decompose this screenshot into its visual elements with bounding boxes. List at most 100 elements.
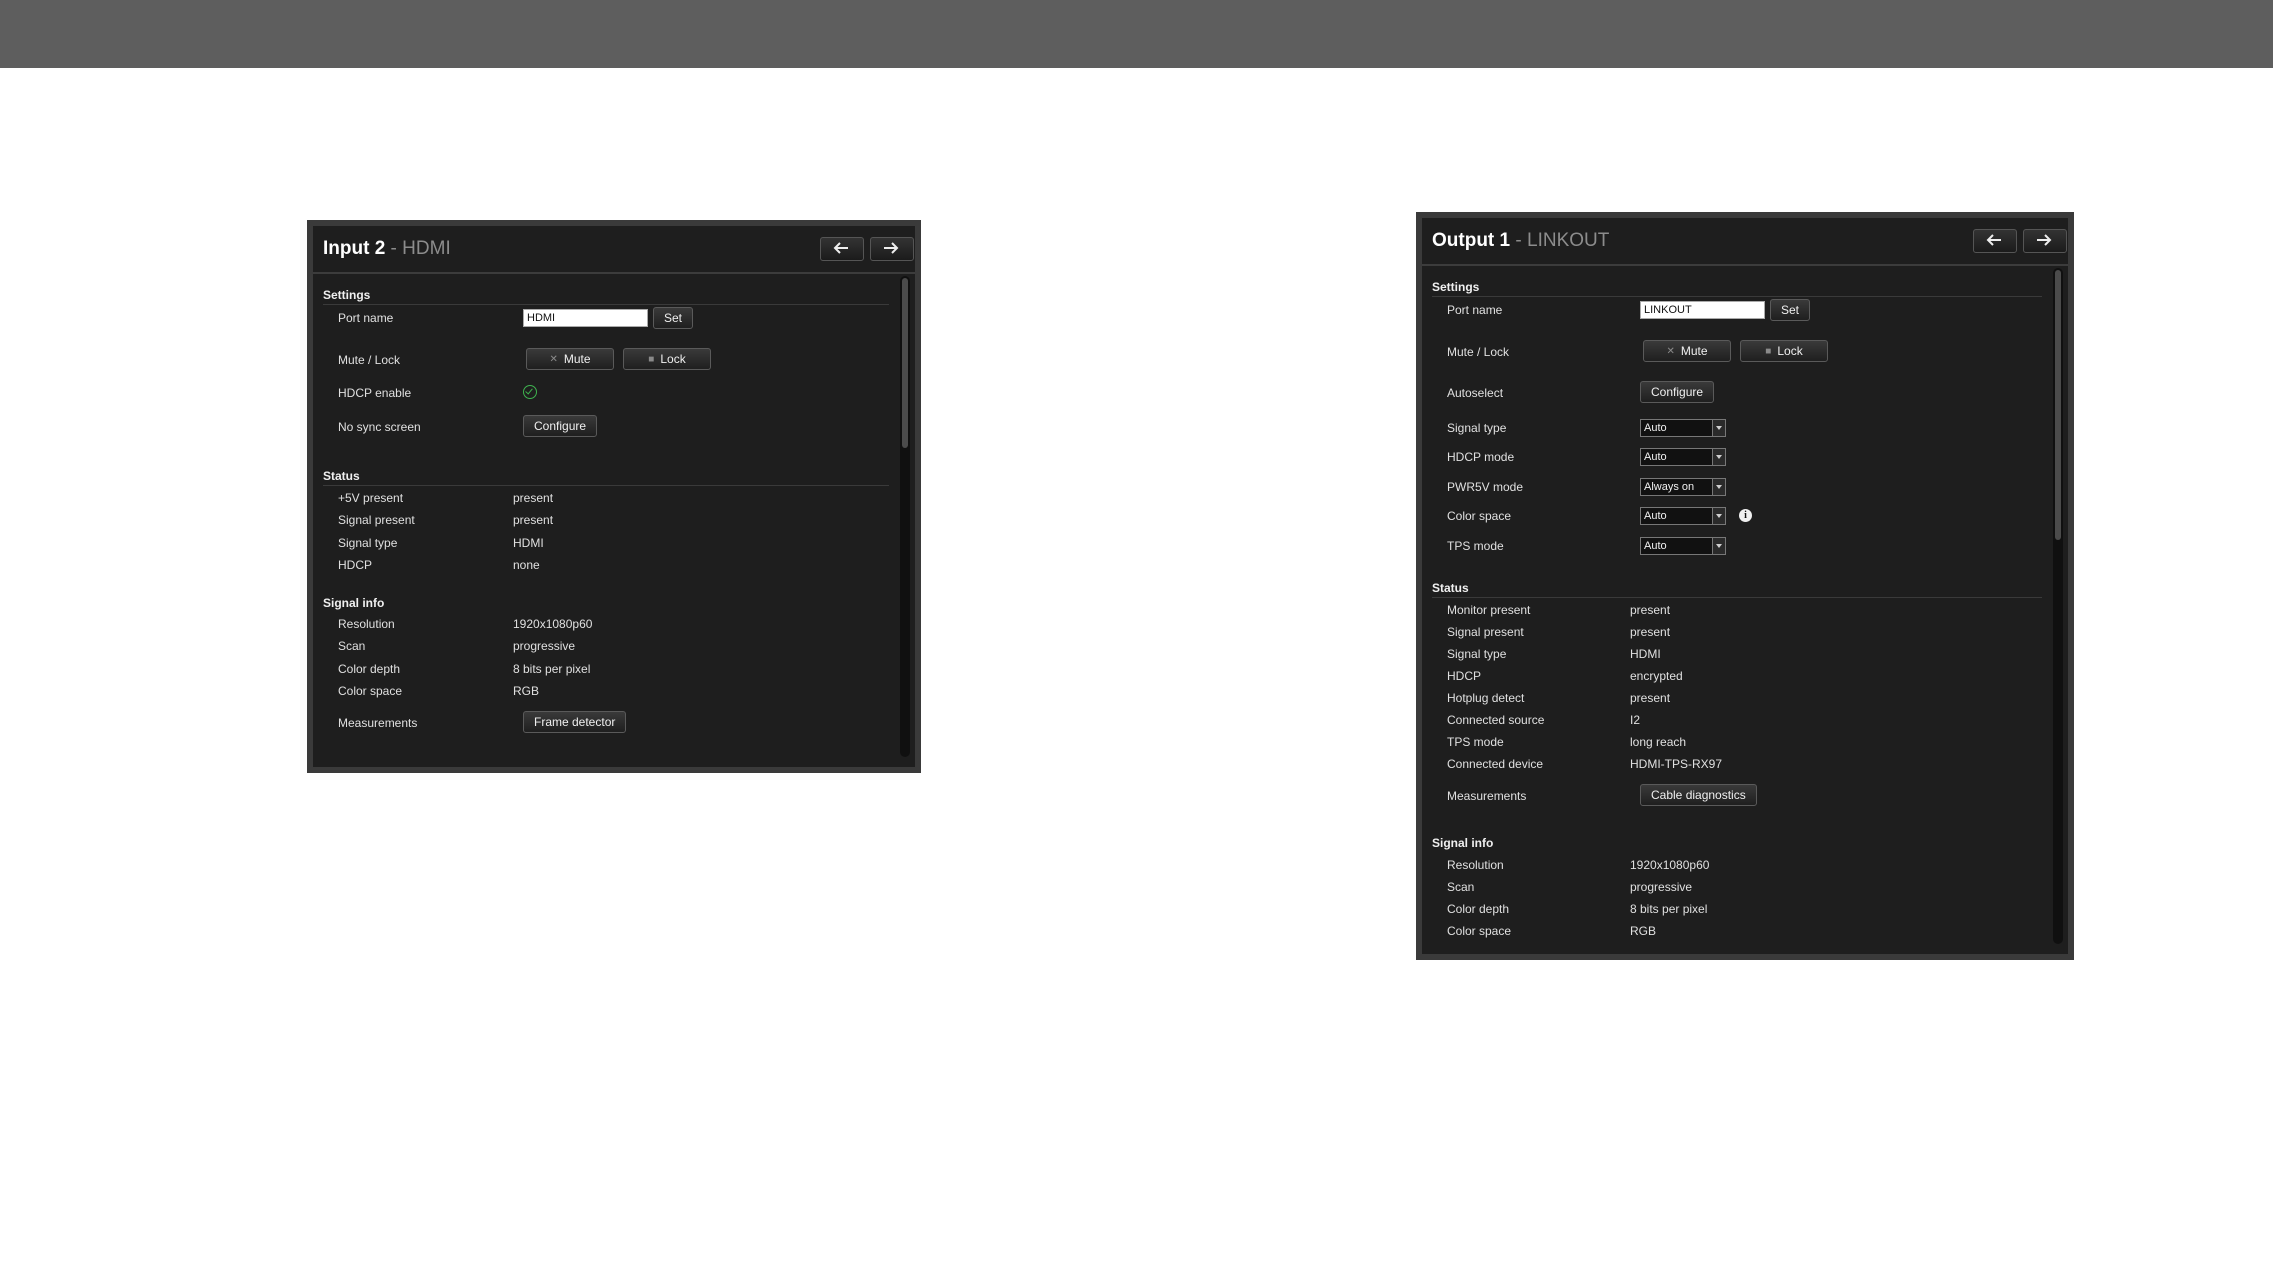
lock-label: Lock [660,352,686,366]
mute-label: Mute [1680,344,1708,358]
output-signal-value: 1920x1080p60 [1630,858,1710,872]
arrow-left-icon [1986,234,2001,246]
output-status-heading: Status [1432,581,1469,595]
output-dropdown-label: TPS mode [1447,539,1504,553]
select-value: Auto [1644,510,1667,522]
output-status-label: Connected source [1447,713,1545,727]
output-status-value: present [1630,691,1671,705]
input-status-value: HDMI [513,536,544,550]
input-lock-button[interactable]: ■ Lock [623,348,711,370]
output-port-name-field[interactable]: LINKOUT [1640,301,1765,319]
hdcp-mode-select[interactable]: Auto [1640,448,1726,466]
output-port-name-label: Port name [1447,303,1503,317]
output-status-value: present [1630,603,1671,617]
output-prev-button[interactable] [1973,229,2017,253]
output-measurements-label: Measurements [1447,789,1527,803]
input-configure-button[interactable]: Configure [523,415,598,437]
input-signal-value: 1920x1080p60 [513,617,593,631]
output-mute-lock-label: Mute / Lock [1447,345,1510,359]
output-signal-value: progressive [1630,880,1693,894]
input-set-button[interactable]: Set [653,307,694,329]
output-status-label: Signal present [1447,625,1524,639]
output-panel-header: Output 1 - LINKOUT [1422,218,2068,266]
chevron-down-icon [1712,449,1725,465]
output-signal-info-heading: Signal info [1432,836,1494,850]
output-dropdown-label: Color space [1447,509,1512,523]
divider [323,304,889,305]
input-mute-lock-label: Mute / Lock [338,353,401,367]
input-title-separator: - [385,238,403,259]
info-icon[interactable]: i [1739,509,1752,522]
output-next-button[interactable] [2023,229,2067,253]
scrollbar-thumb[interactable] [2055,270,2061,540]
output-settings-heading: Settings [1432,280,1480,294]
input-no-sync-label: No sync screen [338,420,421,434]
output-title-separator: - [1510,230,1527,251]
output-set-button[interactable]: Set [1770,299,1811,321]
chevron-down-icon [1712,508,1725,524]
lock-icon: ■ [1765,345,1772,357]
input-status-heading: Status [323,469,360,483]
output-signal-label: Color depth [1447,902,1510,916]
check-circle-icon[interactable] [523,385,537,399]
input-panel-title: Input 2 - HDMI [323,238,451,260]
output-signal-label: Scan [1447,880,1475,894]
input-scrollbar[interactable] [900,276,910,757]
divider [323,485,889,486]
mute-icon: ✕ [549,353,558,365]
input-signal-value: progressive [513,639,576,653]
input-signal-value: RGB [513,684,540,698]
output-status-value: HDMI [1630,647,1661,661]
input-signal-value: 8 bits per pixel [513,662,591,676]
output-dropdown-label: PWR5V mode [1447,480,1524,494]
output-status-value: encrypted [1630,669,1683,683]
output-panel-body: Settings Port name LINKOUT Set Mute / Lo… [1422,268,2050,954]
input-panel-body: Settings Port name HDMI Set Mute / Lock … [313,276,897,767]
scrollbar-thumb[interactable] [902,278,908,448]
output-title-main: Output 1 [1432,230,1511,251]
input-port-name-label: Port name [338,311,394,325]
divider [1432,597,2042,598]
color-space-select[interactable]: Auto [1640,507,1726,525]
output-status-value: present [1630,625,1671,639]
output-dropdown-label: Signal type [1447,421,1507,435]
select-value: Always on [1644,481,1695,493]
output-configure-button[interactable]: Configure [1640,381,1715,403]
input-status-label: Signal present [338,513,415,527]
output-status-label: Monitor present [1447,603,1531,617]
mute-label: Mute [563,352,591,366]
output-mute-button[interactable]: ✕ Mute [1643,340,1731,362]
cable-diagnostics-button[interactable]: Cable diagnostics [1640,784,1757,806]
input-status-label: Signal type [338,536,398,550]
mute-icon: ✕ [1666,345,1675,357]
input-status-label: +5V present [338,491,404,505]
frame-detector-button[interactable]: Frame detector [523,711,627,733]
pwr5v-mode-select[interactable]: Always on [1640,478,1726,496]
select-value: Auto [1644,422,1667,434]
output-autoselect-label: Autoselect [1447,386,1504,400]
output-status-value: I2 [1630,713,1641,727]
input-measurements-label: Measurements [338,716,418,730]
input-prev-button[interactable] [820,237,864,261]
output-signal-label: Color space [1447,924,1512,938]
output-signal-value: 8 bits per pixel [1630,902,1708,916]
output-signal-label: Resolution [1447,858,1504,872]
lock-icon: ■ [648,353,655,365]
input-status-label: HDCP [338,558,373,572]
output-dropdown-label: HDCP mode [1447,450,1515,464]
input-mute-button[interactable]: ✕ Mute [526,348,614,370]
input-next-button[interactable] [870,237,914,261]
output-lock-button[interactable]: ■ Lock [1740,340,1828,362]
input-port-name-field[interactable]: HDMI [523,309,648,327]
chevron-down-icon [1712,538,1725,554]
input-signal-info-heading: Signal info [323,596,385,610]
input-title-main: Input 2 [323,238,386,259]
input-status-value: none [513,558,540,572]
arrow-right-icon [2037,234,2052,246]
arrow-left-icon [833,242,848,254]
signal-type-select[interactable]: Auto [1640,419,1726,437]
output-scrollbar[interactable] [2053,268,2063,944]
input-settings-heading: Settings [323,288,371,302]
tps-mode-select[interactable]: Auto [1640,537,1726,555]
divider [1432,296,2042,297]
